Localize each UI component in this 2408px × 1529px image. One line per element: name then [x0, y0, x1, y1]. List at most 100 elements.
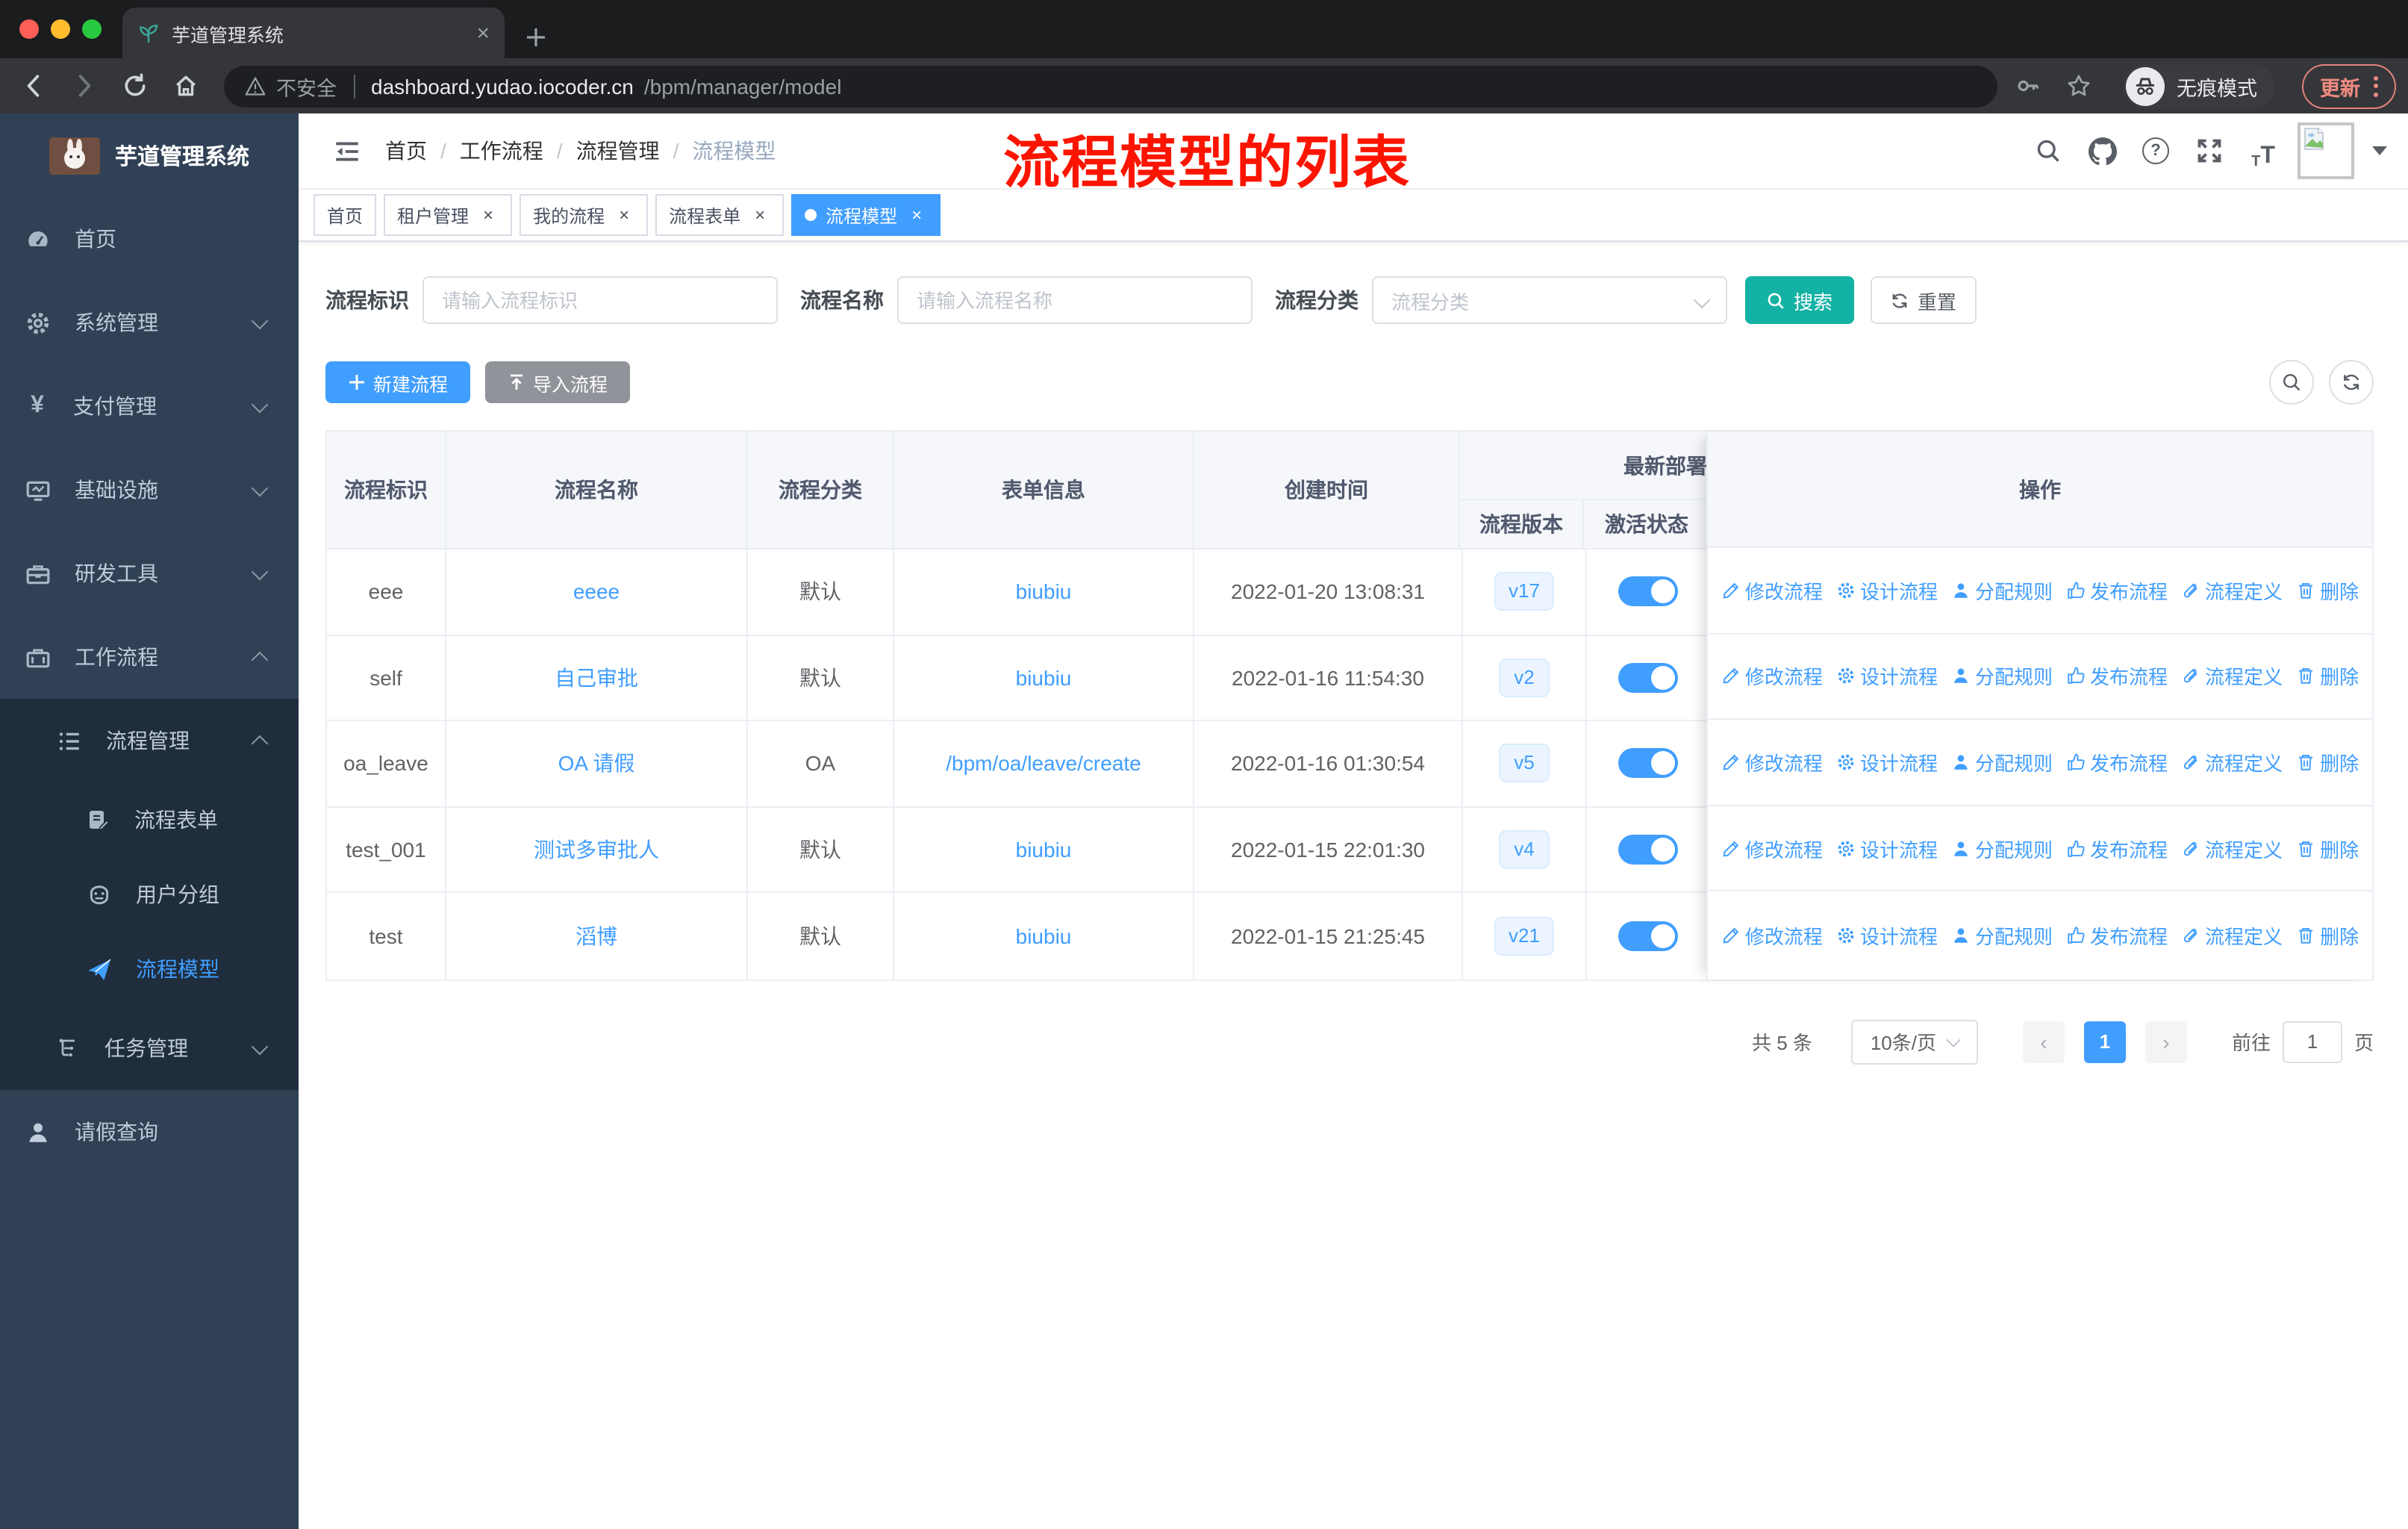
tag-close-icon[interactable]: × — [614, 205, 634, 225]
edit-process-link[interactable]: 修改流程 — [1721, 921, 1823, 949]
prev-page-button[interactable]: ‹ — [2022, 1021, 2065, 1063]
sidebar-item-devtools[interactable]: 研发工具 — [0, 532, 299, 615]
process-definition-link[interactable]: 流程定义 — [2181, 834, 2283, 862]
sidebar-item-payment[interactable]: ¥ 支付管理 — [0, 364, 299, 448]
form-link[interactable]: biubiu — [1016, 666, 1072, 690]
process-definition-link[interactable]: 流程定义 — [2181, 748, 2283, 776]
edit-process-link[interactable]: 修改流程 — [1721, 576, 1823, 605]
publish-process-link[interactable]: 发布流程 — [2066, 834, 2168, 862]
search-icon[interactable] — [2029, 131, 2068, 170]
process-name-link[interactable]: 滔博 — [576, 921, 617, 951]
active-switch[interactable] — [1618, 748, 1678, 779]
font-size-icon[interactable]: TT — [2244, 131, 2283, 170]
menu-dots-icon[interactable] — [2374, 75, 2378, 96]
breadcrumb-process-management[interactable]: 流程管理 — [576, 136, 660, 166]
assign-rule-link[interactable]: 分配规则 — [1951, 748, 2053, 776]
sidebar-item-process-management[interactable]: 流程管理 — [0, 699, 299, 782]
version-tag[interactable]: v17 — [1494, 572, 1555, 611]
home-button[interactable] — [164, 65, 206, 107]
tag-close-icon[interactable]: × — [906, 205, 927, 225]
assign-rule-link[interactable]: 分配规则 — [1951, 576, 2053, 605]
process-definition-link[interactable]: 流程定义 — [2181, 921, 2283, 949]
zoom-window-button[interactable] — [82, 19, 102, 39]
sidebar-item-leave-query[interactable]: 请假查询 — [0, 1090, 299, 1174]
close-window-button[interactable] — [19, 19, 39, 39]
reload-button[interactable] — [113, 65, 155, 107]
design-process-link[interactable]: 设计流程 — [1836, 576, 1938, 605]
update-button[interactable]: 更新 — [2302, 63, 2396, 108]
sidebar-item-system[interactable]: 系统管理 — [0, 281, 299, 364]
search-button[interactable]: 搜索 — [1745, 276, 1854, 324]
design-process-link[interactable]: 设计流程 — [1836, 834, 1938, 862]
process-name-link[interactable]: 自己审批 — [555, 663, 638, 693]
active-switch[interactable] — [1618, 576, 1678, 607]
fullscreen-icon[interactable] — [2190, 131, 2229, 170]
forward-button[interactable] — [63, 65, 105, 107]
help-icon[interactable]: ? — [2136, 131, 2175, 170]
process-key-input[interactable] — [422, 276, 778, 324]
warning-icon[interactable] — [245, 75, 266, 96]
process-definition-link[interactable]: 流程定义 — [2181, 576, 2283, 605]
sidebar-item-process-form[interactable]: 流程表单 — [0, 782, 299, 857]
edit-process-link[interactable]: 修改流程 — [1721, 662, 1823, 691]
breadcrumb-workflow[interactable]: 工作流程 — [460, 136, 543, 166]
table-refresh-button[interactable] — [2329, 360, 2374, 405]
active-switch[interactable] — [1618, 662, 1678, 693]
reset-button[interactable]: 重置 — [1871, 276, 1977, 324]
github-icon[interactable] — [2083, 131, 2121, 170]
process-name-link[interactable]: 测试多审批人 — [534, 835, 659, 865]
breadcrumb-home[interactable]: 首页 — [385, 136, 427, 166]
tag-my-process[interactable]: 我的流程 × — [520, 194, 649, 236]
next-page-button[interactable]: › — [2145, 1021, 2187, 1063]
process-name-input[interactable] — [897, 276, 1253, 324]
delete-link[interactable]: 删除 — [2296, 662, 2359, 691]
page-number-current[interactable]: 1 — [2083, 1021, 2126, 1063]
delete-link[interactable]: 删除 — [2296, 748, 2359, 776]
assign-rule-link[interactable]: 分配规则 — [1951, 834, 2053, 862]
sidebar-item-task-management[interactable]: 任务管理 — [0, 1006, 299, 1090]
tag-close-icon[interactable]: × — [749, 205, 770, 225]
new-tab-button[interactable] — [525, 27, 546, 48]
assign-rule-link[interactable]: 分配规则 — [1951, 662, 2053, 691]
design-process-link[interactable]: 设计流程 — [1836, 748, 1938, 776]
edit-process-link[interactable]: 修改流程 — [1721, 834, 1823, 862]
publish-process-link[interactable]: 发布流程 — [2066, 921, 2168, 949]
design-process-link[interactable]: 设计流程 — [1836, 662, 1938, 691]
create-process-button[interactable]: 新建流程 — [325, 361, 471, 403]
tag-tenant[interactable]: 租户管理 × — [384, 194, 513, 236]
form-link[interactable]: biubiu — [1016, 580, 1072, 604]
sidebar-logo[interactable]: 芋道管理系统 — [0, 113, 299, 197]
process-definition-link[interactable]: 流程定义 — [2181, 662, 2283, 691]
publish-process-link[interactable]: 发布流程 — [2066, 748, 2168, 776]
delete-link[interactable]: 删除 — [2296, 576, 2359, 605]
browser-tab[interactable]: 芋道管理系统 × — [122, 7, 505, 58]
page-size-select[interactable]: 10条/页 — [1850, 1019, 1978, 1065]
sidebar-item-workflow[interactable]: 工作流程 — [0, 615, 299, 699]
minimize-window-button[interactable] — [51, 19, 70, 39]
sidebar-item-home[interactable]: 首页 — [0, 197, 299, 281]
sidebar-item-user-group[interactable]: 用户分组 — [0, 857, 299, 932]
sidebar-collapse-icon[interactable] — [319, 124, 373, 178]
design-process-link[interactable]: 设计流程 — [1836, 921, 1938, 949]
assign-rule-link[interactable]: 分配规则 — [1951, 921, 2053, 949]
caret-down-icon[interactable] — [2372, 146, 2387, 155]
table-search-toggle-button[interactable] — [2269, 360, 2314, 405]
sidebar-item-infrastructure[interactable]: 基础设施 — [0, 448, 299, 532]
avatar[interactable] — [2298, 122, 2354, 179]
passwords-key-icon[interactable] — [2006, 65, 2048, 107]
active-switch[interactable] — [1618, 921, 1678, 952]
bookmark-star-icon[interactable] — [2057, 65, 2099, 107]
address-bar[interactable]: 不安全 dashboard.yudao.iocoder.cn/bpm/manag… — [224, 65, 1997, 107]
form-link[interactable]: biubiu — [1016, 924, 1072, 948]
version-tag[interactable]: v21 — [1494, 917, 1555, 956]
tab-close-icon[interactable]: × — [476, 20, 490, 46]
form-link[interactable]: /bpm/oa/leave/create — [946, 752, 1141, 776]
delete-link[interactable]: 删除 — [2296, 834, 2359, 862]
active-switch[interactable] — [1618, 835, 1678, 865]
process-name-link[interactable]: OA 请假 — [558, 749, 635, 779]
import-process-button[interactable]: 导入流程 — [485, 361, 631, 403]
goto-page-input[interactable] — [2282, 1021, 2342, 1063]
publish-process-link[interactable]: 发布流程 — [2066, 662, 2168, 691]
version-tag[interactable]: v4 — [1499, 830, 1550, 870]
tag-process-model[interactable]: 流程模型 × — [791, 194, 941, 236]
